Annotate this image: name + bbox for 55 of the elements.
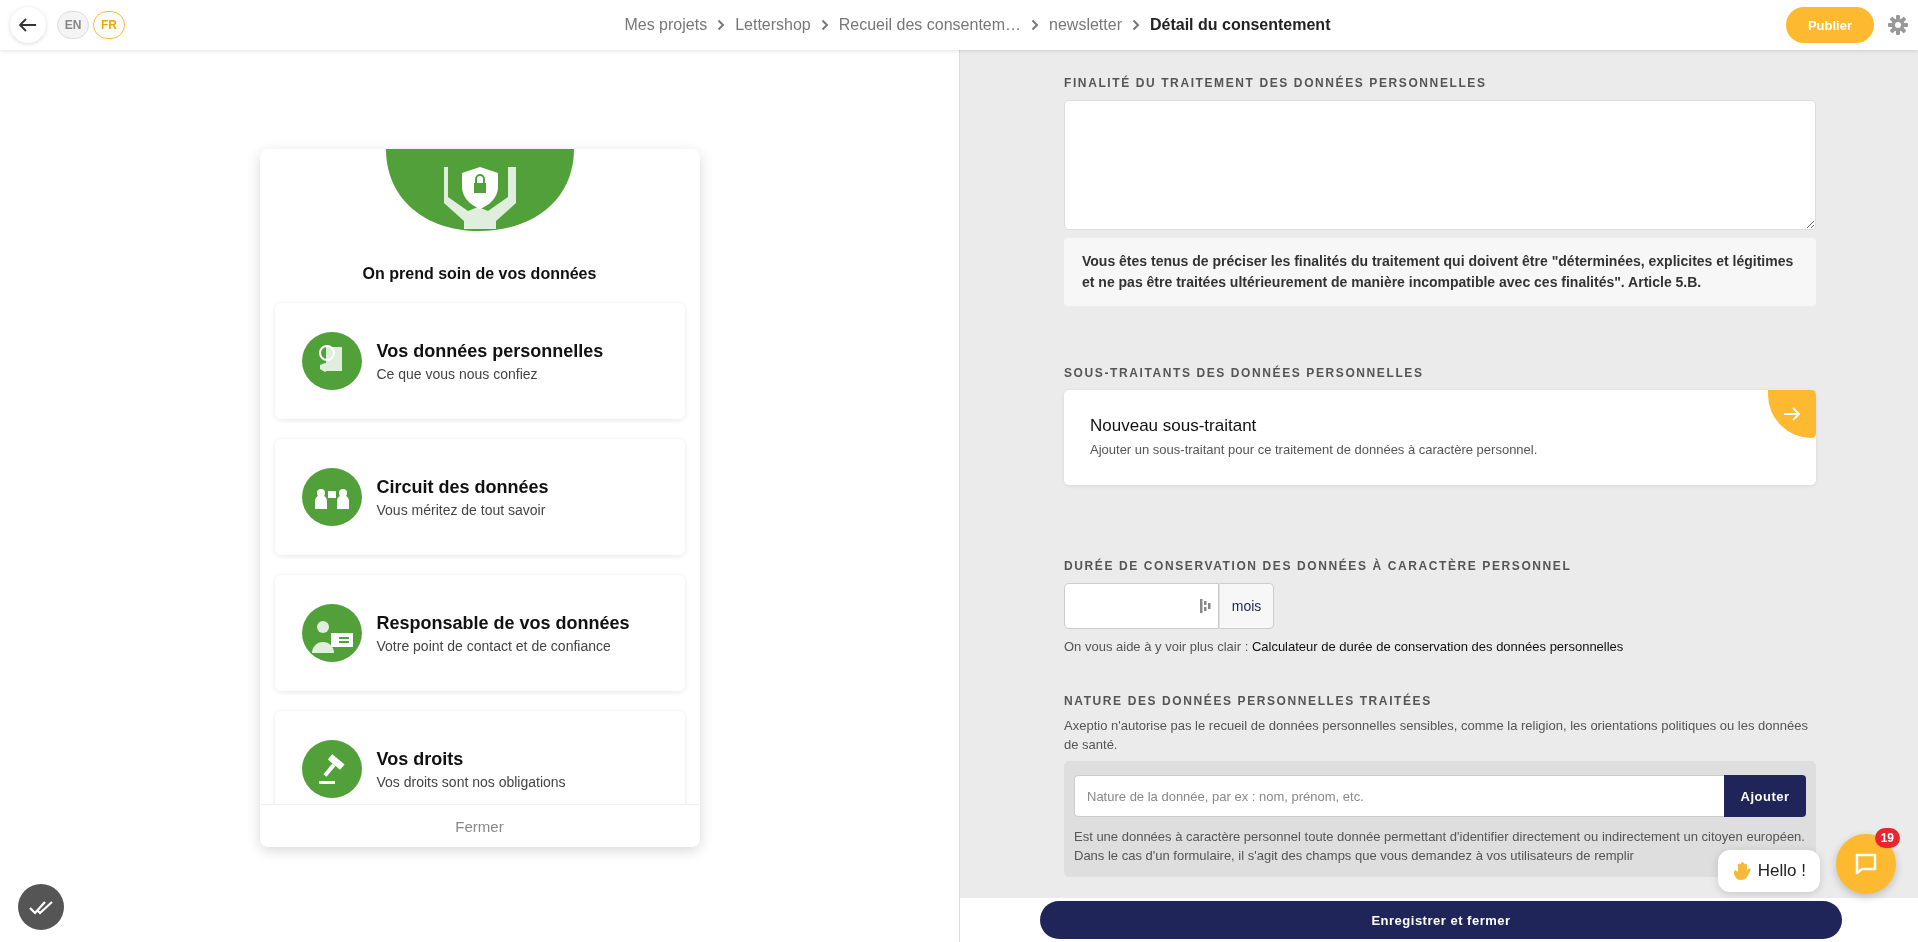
card-title: Vos droits [376,748,465,770]
save-close-button[interactable]: Enregistrer et fermer [1040,901,1842,939]
hint-text: Est une données à caractère personnel toute donnée permettant d'identifier directement ou indirectement un citoyen européen. [1074,828,1806,846]
help-text: On vous aide à y voir plus clair : [1064,639,1249,654]
close-button[interactable]: Fermer [449,816,510,836]
chevron-right-icon [1132,19,1140,31]
card-title: Responsable de vos données [376,612,630,634]
breadcrumb-link[interactable]: Recueil des consentem… [838,16,1022,34]
info-card[interactable]: Responsable de vos données Votre point de contact et de confiance [274,575,685,691]
add-button[interactable]: Ajouter [1724,775,1806,817]
duration-field[interactable] [1064,583,1219,629]
card-title: Vos données personnelles [376,340,604,362]
breadcrumb-link[interactable]: Mes projets [624,16,708,34]
settings-icon[interactable] [1888,15,1908,35]
breadcrumb-link[interactable]: Lettershop [735,16,811,34]
double-check-button[interactable] [18,884,64,930]
card-subtitle: Vous méritez de tout savoir [376,501,547,518]
info-card[interactable]: Vos données personnelles Ce que vous nous confiez [274,303,685,419]
chat-bubble-icon [1854,852,1878,876]
add-subcontractor-card[interactable]: Nouveau sous-traitant Ajouter un sous-traitant pour ce traitement de données à caractère personnel. [1064,390,1816,485]
gavel-icon [300,739,363,799]
data-nature-field[interactable]: Nature de la donnée, par ex : nom, prénom, etc. [1074,775,1724,817]
card-subtitle: Votre point de contact et de confiance [376,637,612,654]
hint-text: Dans le cas d'un formulaire, il s'agit des champs que vous demandez à vos utilisateurs de remplir [1074,847,1635,865]
card-description: Ajouter un sous-traitant pour ce traitement de données à caractère personnel. [1090,442,1539,457]
section-description: Axeptio n'autorise pas le recueil de données personnelles sensibles, comme la religion, les orientations politiques ou les données de santé. [1064,717,1809,754]
modal-title: On prend soin de vos données [362,265,597,283]
section-label: DURÉE DE CONSERVATION DES DONNÉES À CARACTÈRE PERSONNEL [1064,559,1573,573]
person-card-icon [300,603,363,663]
arrow-right-icon [1783,407,1801,421]
chevron-right-icon [717,19,726,31]
chevron-right-icon [1031,19,1040,31]
document-shield-icon [300,331,363,391]
breadcrumb-link[interactable]: newsletter [1049,16,1122,34]
calculator-link[interactable]: Calculateur de durée de conservation des données personnelles [1251,639,1624,654]
people-lock-icon [300,467,363,527]
section-label: NATURE DES DONNÉES PERSONNELLES TRAITÉES [1064,694,1433,708]
section-label: FINALITÉ DU TRAITEMENT DES DONNÉES PERSONNELLES [1064,76,1488,90]
card-subtitle: Ce que vous nous confiez [376,365,539,382]
greeting-text: Hello ! [1757,861,1806,881]
info-card[interactable]: Vos droits Vos droits sont nos obligations [274,711,685,804]
section-label: SOUS-TRAITANTS DES DONNÉES PERSONNELLES [1064,366,1425,380]
info-card[interactable]: Circuit des données Vous méritez de tout savoir [274,439,685,555]
unit-label: mois [1219,583,1274,629]
chevron-right-icon [820,19,829,31]
chat-greeting[interactable]: Hello ! [1717,850,1820,892]
back-arrow-icon [19,18,37,32]
back-button[interactable] [10,7,46,43]
card-title: Nouveau sous-traitant [1090,416,1258,436]
info-note: Vous êtes tenus de préciser les finalités du traitement qui doivent être "déterminées, explicites et légitimes et ne pas être traitées ultérieurement de manière incompatible avec ces finalités". Article 5.B. [1064,238,1816,306]
waving-hand-icon [1731,861,1752,881]
card-title: Circuit des données [376,476,549,498]
breadcrumb-link[interactable]: Détail du consentement [1150,16,1331,34]
double-check-icon [29,899,53,915]
card-subtitle: Vos droits sont nos obligations [376,773,566,790]
